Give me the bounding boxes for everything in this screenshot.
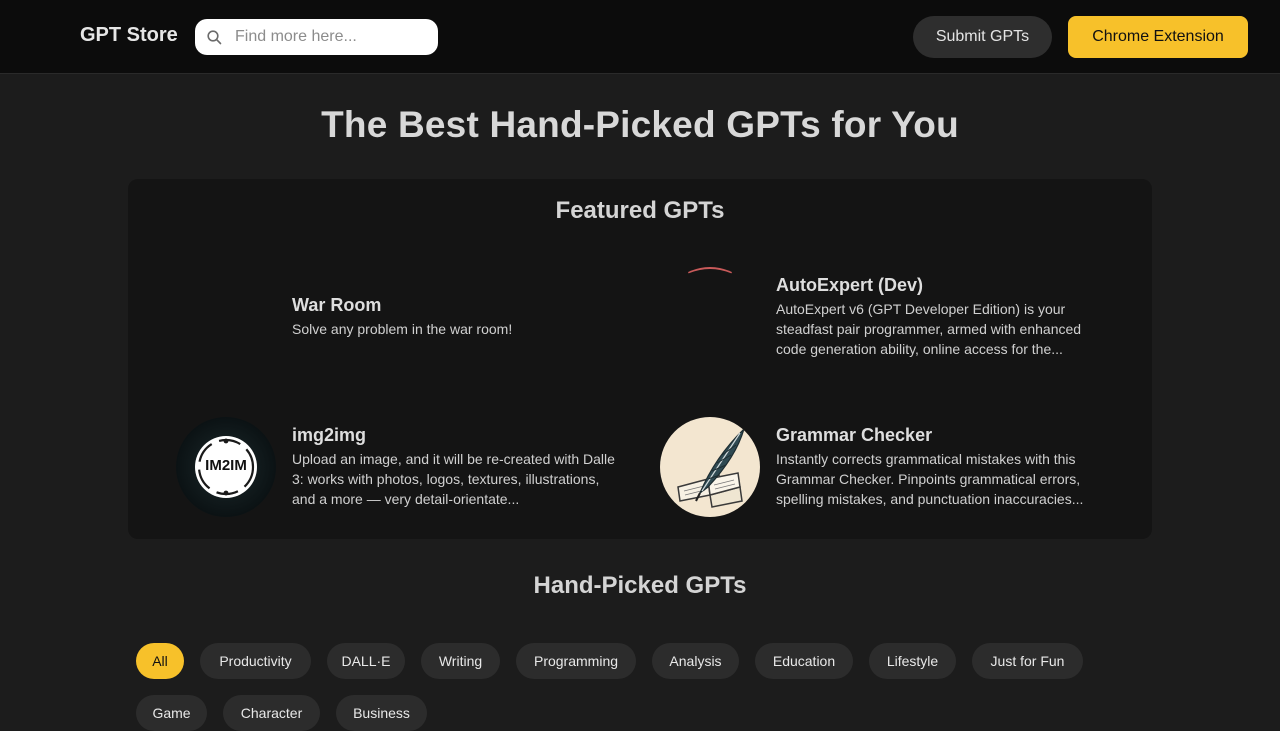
search-icon	[207, 30, 222, 45]
img2img-logo: IM2IM	[176, 417, 276, 517]
top-navigation-bar: GPT Store Submit GPTs Chrome Extension	[0, 0, 1280, 74]
category-chip-all[interactable]: All	[136, 643, 184, 679]
category-chip-analysis[interactable]: Analysis	[652, 643, 739, 679]
site-logo[interactable]: GPT Store	[80, 24, 178, 47]
category-chip-programming[interactable]: Programming	[516, 643, 636, 679]
partial-avatar-arc	[687, 267, 733, 274]
gpt-name: War Room	[292, 295, 382, 315]
quill-book-icon	[660, 417, 760, 517]
war-room-avatar	[176, 267, 276, 367]
category-chip-business[interactable]: Business	[336, 695, 427, 731]
search-input[interactable]	[235, 19, 430, 55]
gpt-name: img2img	[292, 425, 367, 445]
chrome-extension-button[interactable]: Chrome Extension	[1068, 16, 1248, 58]
gpt-description: Instantly corrects grammatical mistakes …	[776, 451, 1084, 507]
category-chip-game[interactable]: Game	[136, 695, 207, 731]
gpt-name: Grammar Checker	[776, 425, 933, 445]
gpt-description: Solve any problem in the war room!	[292, 321, 513, 337]
featured-gpts-panel: Featured GPTs War Room Solve any problem…	[128, 179, 1152, 539]
search-box[interactable]	[195, 19, 438, 55]
gpt-description: Upload an image, and it will be re-creat…	[292, 451, 615, 507]
img2img-logo-text: IM2IM	[205, 457, 247, 474]
category-chip-productivity[interactable]: Productivity	[200, 643, 311, 679]
gpt-description: AutoExpert v6 (GPT Developer Edition) is…	[776, 301, 1082, 357]
category-chip-lifestyle[interactable]: Lifestyle	[869, 643, 956, 679]
category-chip-just-for-fun[interactable]: Just for Fun	[972, 643, 1083, 679]
category-chip-character[interactable]: Character	[223, 695, 320, 731]
submit-gpts-button[interactable]: Submit GPTs	[913, 16, 1052, 58]
category-chip-dalle[interactable]: DALL·E	[327, 643, 405, 679]
featured-card-war-room[interactable]: War Room Solve any problem in the war ro…	[176, 267, 636, 367]
gpt-name: AutoExpert (Dev)	[776, 275, 924, 295]
featured-card-autoexpert[interactable]: AutoExpert (Dev) AutoExpert v6 (GPT Deve…	[660, 267, 1120, 367]
category-chip-writing[interactable]: Writing	[421, 643, 500, 679]
autoexpert-avatar	[660, 267, 760, 367]
featured-card-grammar-checker[interactable]: Grammar Checker Instantly corrects gramm…	[660, 417, 1120, 517]
page-title: The Best Hand-Picked GPTs for You	[321, 104, 959, 145]
featured-section-title: Featured GPTs	[555, 197, 725, 224]
handpicked-section-title: Hand-Picked GPTs	[533, 572, 747, 599]
featured-card-img2img[interactable]: IM2IM img2img Upload an image, and it wi…	[176, 417, 636, 517]
category-chip-education[interactable]: Education	[755, 643, 853, 679]
